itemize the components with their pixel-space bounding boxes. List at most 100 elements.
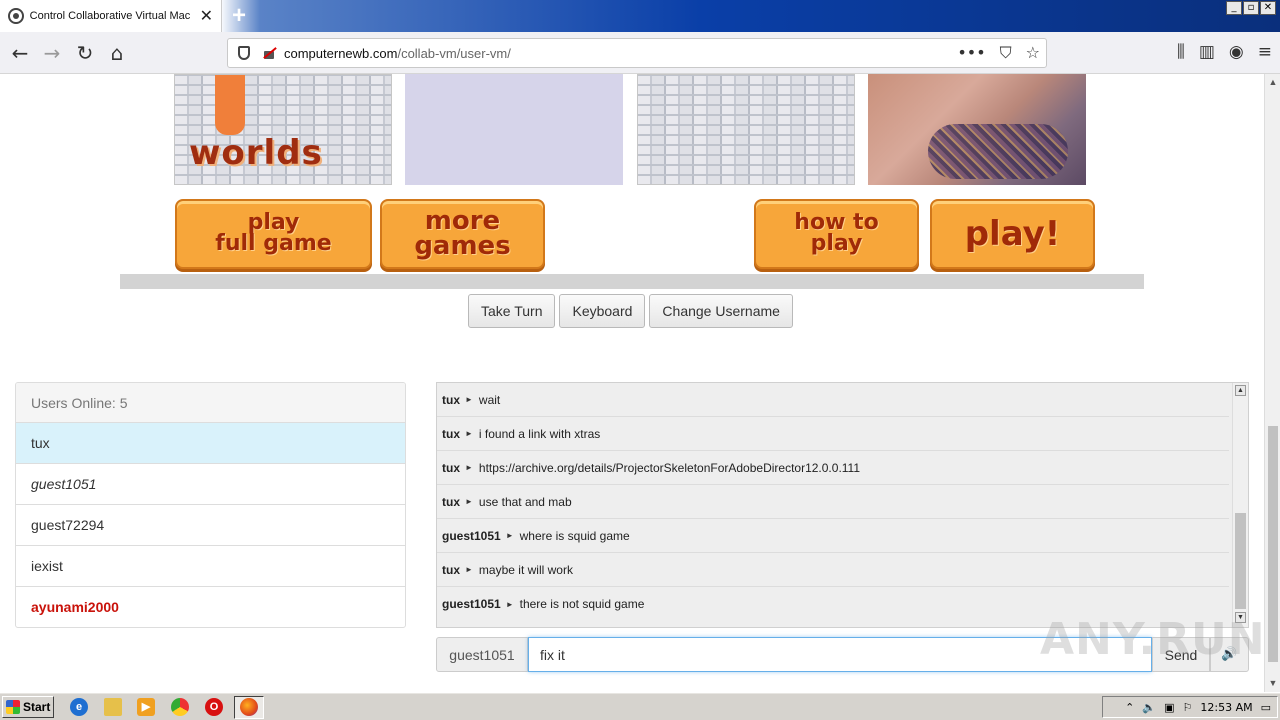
sidebar-icon[interactable]: ▥ (1199, 42, 1215, 62)
back-button[interactable]: ← (6, 40, 34, 66)
firefox-icon (240, 698, 258, 716)
chat-text[interactable]: https://archive.org/details/ProjectorSke… (479, 461, 860, 475)
tray-network-icon[interactable]: ▣ (1164, 701, 1174, 714)
play-full-game-button[interactable]: play full game (175, 199, 372, 269)
insecure-lock-icon[interactable] (262, 46, 276, 60)
chat-username: tux (442, 562, 460, 577)
tray-clock[interactable]: 12:53 AM (1200, 701, 1252, 714)
arrow-right-icon: ► (465, 497, 473, 506)
url-text: computernewb.com/collab-vm/user-vm/ (284, 46, 511, 61)
more-games-label-2: games (414, 231, 511, 261)
arrow-right-icon: ► (465, 429, 473, 438)
opera-icon[interactable]: O (205, 698, 223, 716)
url-path: /collab-vm/user-vm/ (397, 45, 511, 61)
keyboard-button[interactable]: Keyboard (559, 294, 646, 328)
chat-panel[interactable]: tux ► wait tux ► i found a link with xtras t… (436, 382, 1249, 628)
minimize-button[interactable]: _ (1226, 1, 1242, 15)
tab-title: Control Collaborative Virtual Machine (29, 10, 190, 22)
user-item-ayunami2000[interactable]: ayunami2000 (16, 587, 405, 627)
close-window-button[interactable]: ✕ (1260, 1, 1276, 15)
vm-tile-pattern (637, 74, 855, 185)
page-scroll-down-icon[interactable]: ▼ (1268, 678, 1278, 688)
vm-tile-room (868, 74, 1086, 185)
user-item-iexist[interactable]: iexist (16, 546, 405, 587)
chat-message: tux ► https://archive.org/details/Projecto… (437, 451, 1229, 485)
maximize-button[interactable]: ▫ (1243, 1, 1259, 15)
chat-text: wait (478, 392, 501, 407)
watermark-logo: ANY.RUN (1040, 614, 1264, 665)
show-desktop-icon[interactable]: ▭ (1261, 701, 1271, 714)
chat-username: guest1051 (442, 597, 501, 611)
chat-text: i found a link with xtras (478, 426, 601, 441)
chat-text: maybe it will work (478, 562, 573, 577)
page-content: worlds play full game more games how to … (0, 74, 1264, 692)
page-scroll-thumb[interactable] (1268, 426, 1278, 662)
home-button[interactable]: ⌂ (103, 40, 131, 66)
page-scrollbar[interactable]: ▲ ▼ (1264, 74, 1280, 692)
new-tab-button[interactable]: + (232, 3, 246, 29)
bookmark-star-icon[interactable]: ☆ (1026, 43, 1040, 63)
menu-icon[interactable]: ≡ (1258, 42, 1272, 62)
worlds-logo-text: worlds (189, 133, 323, 173)
firefox-taskbar-button[interactable] (234, 696, 264, 719)
play-button[interactable]: play! (930, 199, 1095, 269)
chat-text: where is squid game (519, 528, 630, 543)
vm-controls: Take Turn Keyboard Change Username (468, 294, 793, 328)
users-panel: Users Online: 5 tux guest1051 guest72294… (15, 382, 406, 628)
page-actions-icon[interactable]: ••• (957, 43, 985, 63)
change-username-button[interactable]: Change Username (649, 294, 793, 328)
chat-message: tux ► wait (437, 383, 1229, 417)
chat-message: tux ► maybe it will work (437, 553, 1229, 587)
users-online-header: Users Online: 5 (16, 383, 405, 423)
chat-username-label[interactable]: guest1051 (436, 637, 528, 672)
browser-tab[interactable]: Control Collaborative Virtual Machine ✕ (0, 0, 222, 32)
chat-text: there is not squid game (519, 597, 645, 611)
vm-tile-lavender (405, 74, 623, 185)
close-tab-icon[interactable]: ✕ (200, 6, 213, 26)
pocket-icon[interactable]: ⛉ (1000, 43, 1012, 63)
media-player-icon[interactable]: ▶ (137, 698, 155, 716)
more-games-button[interactable]: more games (380, 199, 545, 269)
scroll-up-icon[interactable]: ▲ (1235, 385, 1246, 396)
chrome-icon[interactable] (171, 698, 189, 716)
windows-taskbar: Start e ▶ O ⌃ 🔈 ▣ ⚐ 12:53 AM ▭ (0, 692, 1280, 720)
vm-tile-worlds: worlds (174, 74, 392, 185)
user-item-guest1051[interactable]: guest1051 (16, 464, 405, 505)
user-item-guest72294[interactable]: guest72294 (16, 505, 405, 546)
account-icon[interactable]: ◉ (1229, 42, 1244, 62)
chat-scroll-thumb[interactable] (1235, 513, 1246, 609)
how-to-play-label-2: play (810, 231, 863, 256)
ie-icon[interactable]: e (70, 698, 88, 716)
user-item-tux[interactable]: tux (16, 423, 405, 464)
how-to-play-button[interactable]: how to play (754, 199, 919, 269)
chat-username: guest1051 (442, 528, 501, 543)
chat-text: use that and mab (478, 494, 572, 509)
chat-message: tux ► i found a link with xtras (437, 417, 1229, 451)
arrow-right-icon: ► (465, 463, 473, 472)
orange-shape (215, 75, 245, 135)
arrow-right-icon: ► (505, 531, 514, 540)
start-label: Start (23, 700, 51, 714)
system-tray: ⌃ 🔈 ▣ ⚐ 12:53 AM ▭ (1102, 696, 1278, 718)
url-actions: ••• ⛉ ☆ (957, 43, 1040, 63)
start-button[interactable]: Start (2, 696, 54, 718)
forward-button[interactable]: → (38, 40, 66, 66)
browser-titlebar: Control Collaborative Virtual Machine ✕ … (0, 0, 1280, 32)
play-label: play! (964, 213, 1061, 254)
tray-flag-icon[interactable]: ⚐ (1183, 701, 1193, 714)
library-icon[interactable]: ⫼ (1177, 42, 1185, 62)
vm-screen[interactable]: worlds play full game more games how to … (120, 74, 1144, 289)
tray-volume-icon[interactable]: 🔈 (1142, 701, 1156, 714)
explorer-folder-icon[interactable] (104, 698, 122, 716)
reload-button[interactable]: ↻ (71, 40, 99, 66)
chat-username: tux (442, 460, 460, 475)
tracking-shield-icon[interactable] (238, 46, 250, 60)
vm-bottom-strip (120, 274, 1144, 289)
chat-message: guest1051 ► where is squid game (437, 519, 1229, 553)
chat-scrollbar[interactable]: ▲ ▼ (1232, 383, 1248, 627)
page-scroll-up-icon[interactable]: ▲ (1268, 77, 1278, 87)
tray-expand-icon[interactable]: ⌃ (1125, 701, 1134, 714)
take-turn-button[interactable]: Take Turn (468, 294, 556, 328)
windows-flag-icon (6, 700, 20, 714)
address-bar[interactable]: computernewb.com/collab-vm/user-vm/ ••• … (227, 38, 1047, 68)
